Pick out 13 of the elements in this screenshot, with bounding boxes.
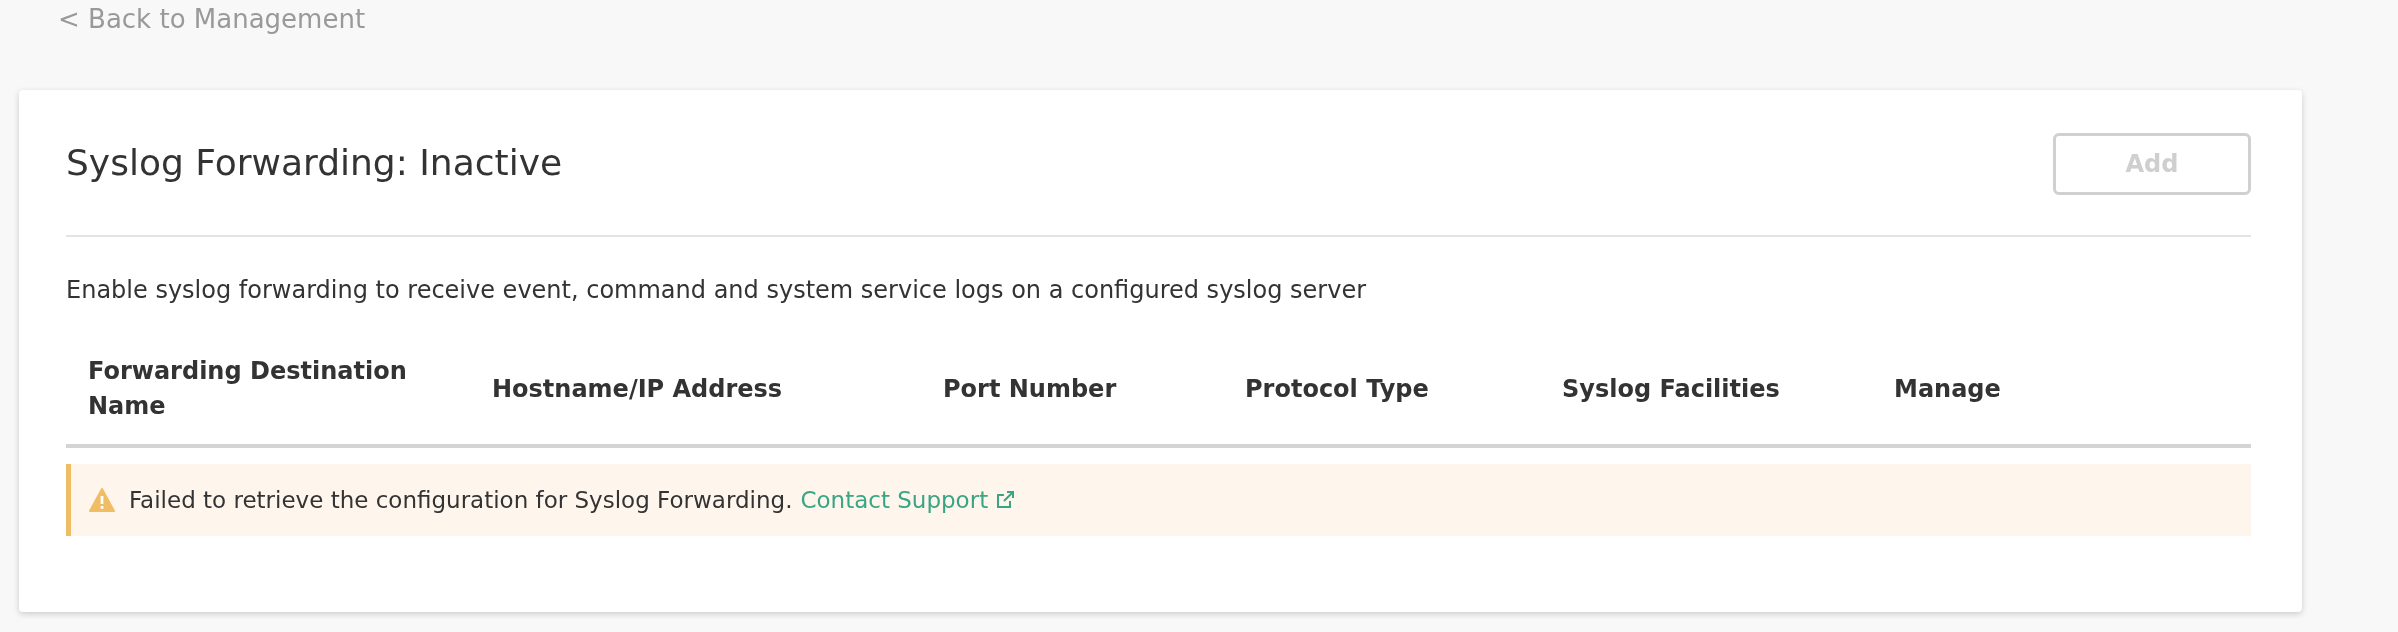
column-header: Hostname/IP Address — [492, 373, 784, 405]
description-text: Enable syslog forwarding to receive event, command and system service logs on a configured syslog server — [66, 276, 1368, 304]
column-header: Protocol Type — [1245, 373, 1430, 405]
back-link[interactable]: < Back to Management — [58, 4, 366, 34]
column-header: Port Number — [943, 373, 1118, 405]
panel-title: Syslog Forwarding: Inactive — [66, 142, 563, 183]
external-link-icon — [995, 490, 1016, 510]
column-header: Syslog Facilities — [1562, 373, 1781, 405]
column-header: Manage — [1894, 373, 2002, 405]
contact-support-link[interactable]: Contact Support — [800, 487, 1016, 513]
warning-icon — [89, 488, 115, 512]
column-header: Forwarding Destination Name — [88, 356, 408, 422]
alert-message: Failed to retrieve the configuration for Syslog Forwarding. — [129, 487, 793, 513]
